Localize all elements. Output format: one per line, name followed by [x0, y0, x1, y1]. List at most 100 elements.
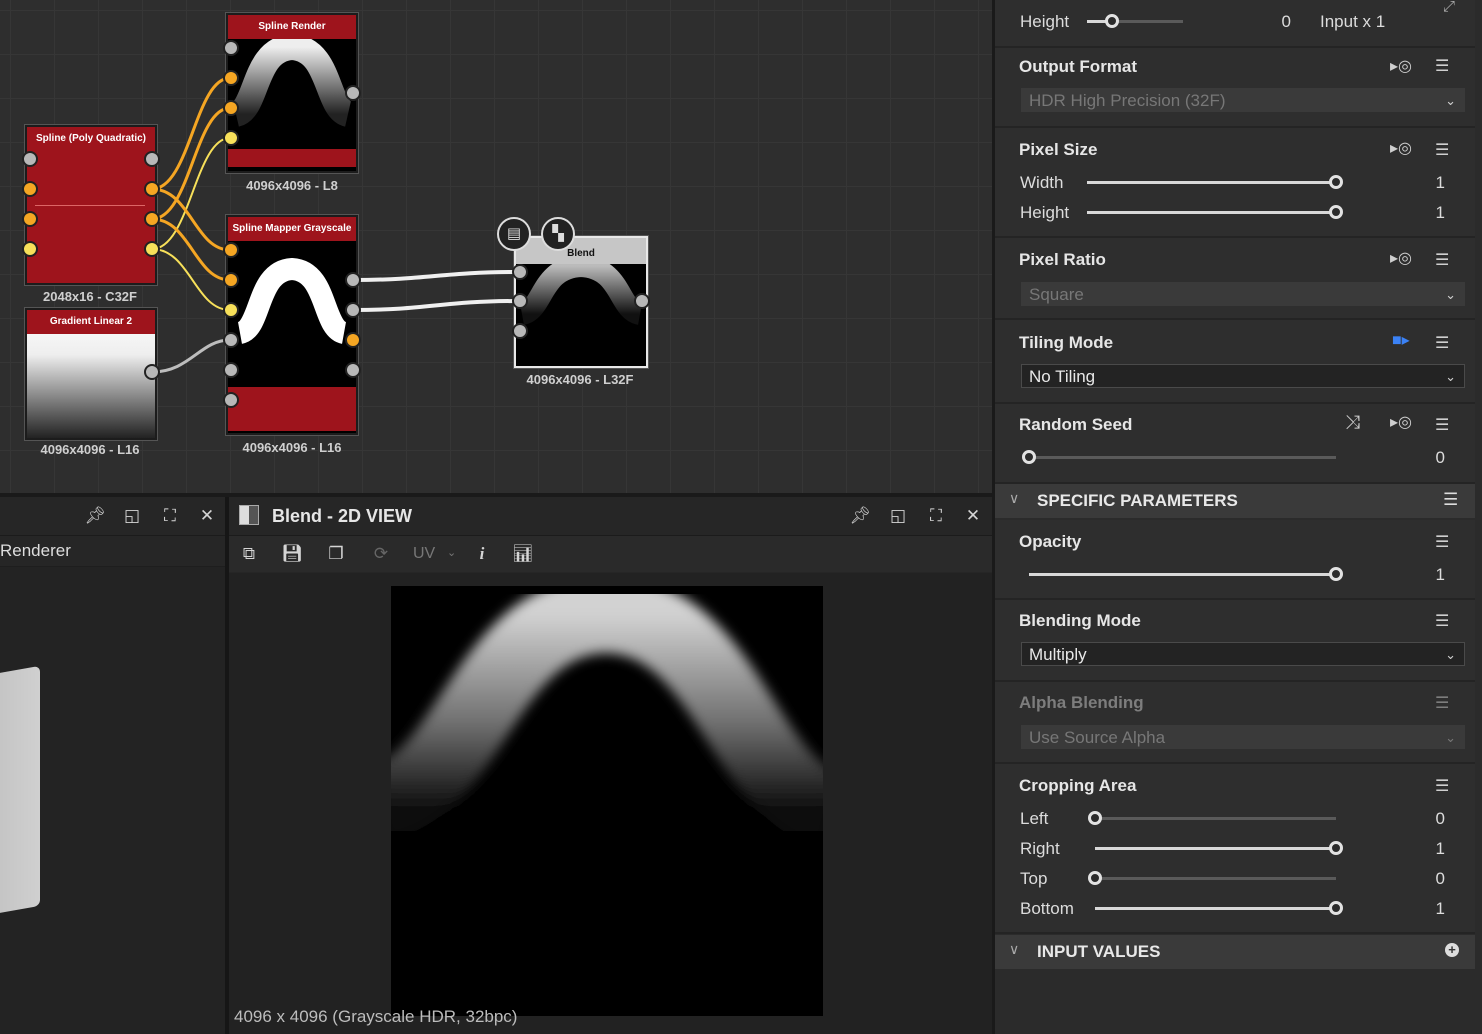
node-spline-render[interactable]: Spline Render	[226, 13, 358, 173]
input-port[interactable]	[223, 272, 239, 288]
input-port[interactable]	[22, 211, 38, 227]
checker-icon[interactable]: ▚	[541, 217, 575, 251]
output-port[interactable]	[634, 293, 650, 309]
node-spline-mapper[interactable]: Spline Mapper Grayscale	[226, 215, 358, 435]
input-port[interactable]	[22, 151, 38, 167]
height-slider[interactable]	[1087, 14, 1183, 28]
output-port[interactable]	[144, 151, 160, 167]
slider-handle[interactable]	[1329, 901, 1343, 915]
export-icon[interactable]: ⧉	[238, 543, 260, 565]
menu-icon[interactable]: ☰	[1435, 250, 1457, 269]
crop-left-slider[interactable]	[1088, 811, 1336, 825]
crop-right-slider[interactable]	[1095, 841, 1343, 855]
input-port[interactable]	[512, 323, 528, 339]
menu-icon[interactable]: ☰	[1435, 776, 1457, 795]
opacity-slider[interactable]	[1029, 567, 1343, 581]
slider-handle[interactable]	[1329, 841, 1343, 855]
random-seed-slider[interactable]	[1022, 450, 1336, 464]
node-spline-poly[interactable]: Spline (Poly Quadratic)	[25, 125, 157, 285]
output-port[interactable]	[345, 362, 361, 378]
input-port[interactable]	[223, 392, 239, 408]
menu-icon[interactable]: ☰	[1435, 611, 1457, 630]
inherit-icon[interactable]: ▸◎	[1390, 412, 1412, 431]
output-port[interactable]	[144, 364, 160, 380]
2d-viewport[interactable]: 4096 x 4096 (Grayscale HDR, 32bpc)	[229, 573, 992, 1034]
input-port[interactable]	[223, 100, 239, 116]
maximize-icon[interactable]: ⛶	[925, 505, 947, 527]
height-slider[interactable]	[1087, 205, 1343, 219]
menu-icon[interactable]: ☰	[1435, 56, 1457, 75]
refresh-icon[interactable]: ⟳	[370, 543, 392, 565]
node-graph[interactable]: Spline Render 4096x4096 - L8 Spline (Pol…	[0, 0, 992, 493]
copy-icon[interactable]: ❐	[325, 543, 347, 565]
param-value[interactable]: 1	[1405, 173, 1445, 193]
output-port[interactable]	[144, 211, 160, 227]
param-value[interactable]: 1	[1405, 565, 1445, 585]
param-value[interactable]: 1	[1405, 203, 1445, 223]
info-icon[interactable]: i	[471, 543, 493, 565]
close-icon[interactable]: ✕	[962, 505, 984, 527]
crop-top-slider[interactable]	[1088, 871, 1336, 885]
close-icon[interactable]: ✕	[196, 505, 218, 527]
menu-icon[interactable]: ☰	[1443, 490, 1458, 510]
param-value[interactable]: 0	[1405, 869, 1445, 889]
maximize-icon[interactable]: ⛶	[159, 505, 181, 527]
uv-toggle[interactable]: UV	[413, 545, 435, 563]
slider-handle[interactable]	[1088, 871, 1102, 885]
menu-icon[interactable]: ☰	[1435, 532, 1457, 551]
menu-icon[interactable]: ☰	[1435, 415, 1457, 434]
menu-icon[interactable]: ☰	[1435, 333, 1457, 352]
input-port[interactable]	[22, 241, 38, 257]
node-gradient-linear[interactable]: Gradient Linear 2	[25, 308, 157, 440]
slider-handle[interactable]	[1104, 14, 1119, 28]
input-port[interactable]	[512, 264, 528, 280]
width-slider[interactable]	[1087, 175, 1343, 189]
input-values-header[interactable]: ∨ INPUT VALUES +	[995, 935, 1475, 969]
slider-handle[interactable]	[1329, 205, 1343, 219]
link-icon[interactable]: ⤢	[1443, 0, 1455, 15]
node-blend[interactable]: Blend	[514, 236, 648, 368]
output-port[interactable]	[144, 181, 160, 197]
input-port[interactable]	[22, 181, 38, 197]
add-icon[interactable]: +	[1445, 943, 1459, 957]
input-port[interactable]	[223, 362, 239, 378]
tiling-mode-select[interactable]: No Tiling ⌄	[1021, 364, 1465, 388]
input-port[interactable]	[223, 302, 239, 318]
output-port[interactable]	[345, 302, 361, 318]
tiling-inherit-icon[interactable]: ■▸	[1392, 330, 1414, 349]
save-icon[interactable]: 💾︎	[281, 543, 303, 565]
blending-mode-select[interactable]: Multiply ⌄	[1021, 642, 1465, 666]
param-value[interactable]: 0	[1405, 809, 1445, 829]
inherit-icon[interactable]: ▸◎	[1390, 138, 1412, 157]
float-window-icon[interactable]: ◱	[887, 505, 909, 527]
slider-handle[interactable]	[1088, 811, 1102, 825]
specific-parameters-header[interactable]: ∨ SPECIFIC PARAMETERS ☰	[995, 484, 1475, 518]
input-port[interactable]	[223, 40, 239, 56]
input-port[interactable]	[223, 70, 239, 86]
slider-handle[interactable]	[1022, 450, 1036, 464]
output-port[interactable]	[345, 85, 361, 101]
input-port[interactable]	[512, 293, 528, 309]
output-port[interactable]	[144, 241, 160, 257]
output-port[interactable]	[345, 272, 361, 288]
float-window-icon[interactable]: ◱	[121, 505, 143, 527]
menu-icon[interactable]: ☰	[1435, 140, 1457, 159]
crop-bottom-slider[interactable]	[1095, 901, 1343, 915]
output-port[interactable]	[345, 332, 361, 348]
slider-handle[interactable]	[1329, 567, 1343, 581]
pin-icon[interactable]: 📌︎	[849, 505, 871, 527]
inherit-icon[interactable]: ▸◎	[1390, 248, 1412, 267]
param-value[interactable]: 1	[1405, 839, 1445, 859]
input-port[interactable]	[223, 242, 239, 258]
3d-viewport[interactable]	[0, 567, 225, 1034]
chevron-down-icon[interactable]: ⌄	[447, 546, 456, 559]
slider-handle[interactable]	[1329, 175, 1343, 189]
param-value[interactable]: 0	[1251, 12, 1291, 32]
inherit-icon[interactable]: ▸◎	[1390, 56, 1412, 75]
shuffle-icon[interactable]: ⤨	[1345, 412, 1367, 433]
param-value[interactable]: 0	[1405, 448, 1445, 468]
input-port[interactable]	[223, 130, 239, 146]
document-icon[interactable]: ▤	[497, 217, 531, 251]
pin-icon[interactable]: 📌︎	[84, 505, 106, 527]
histogram-icon[interactable]: 📊︎	[512, 543, 534, 565]
